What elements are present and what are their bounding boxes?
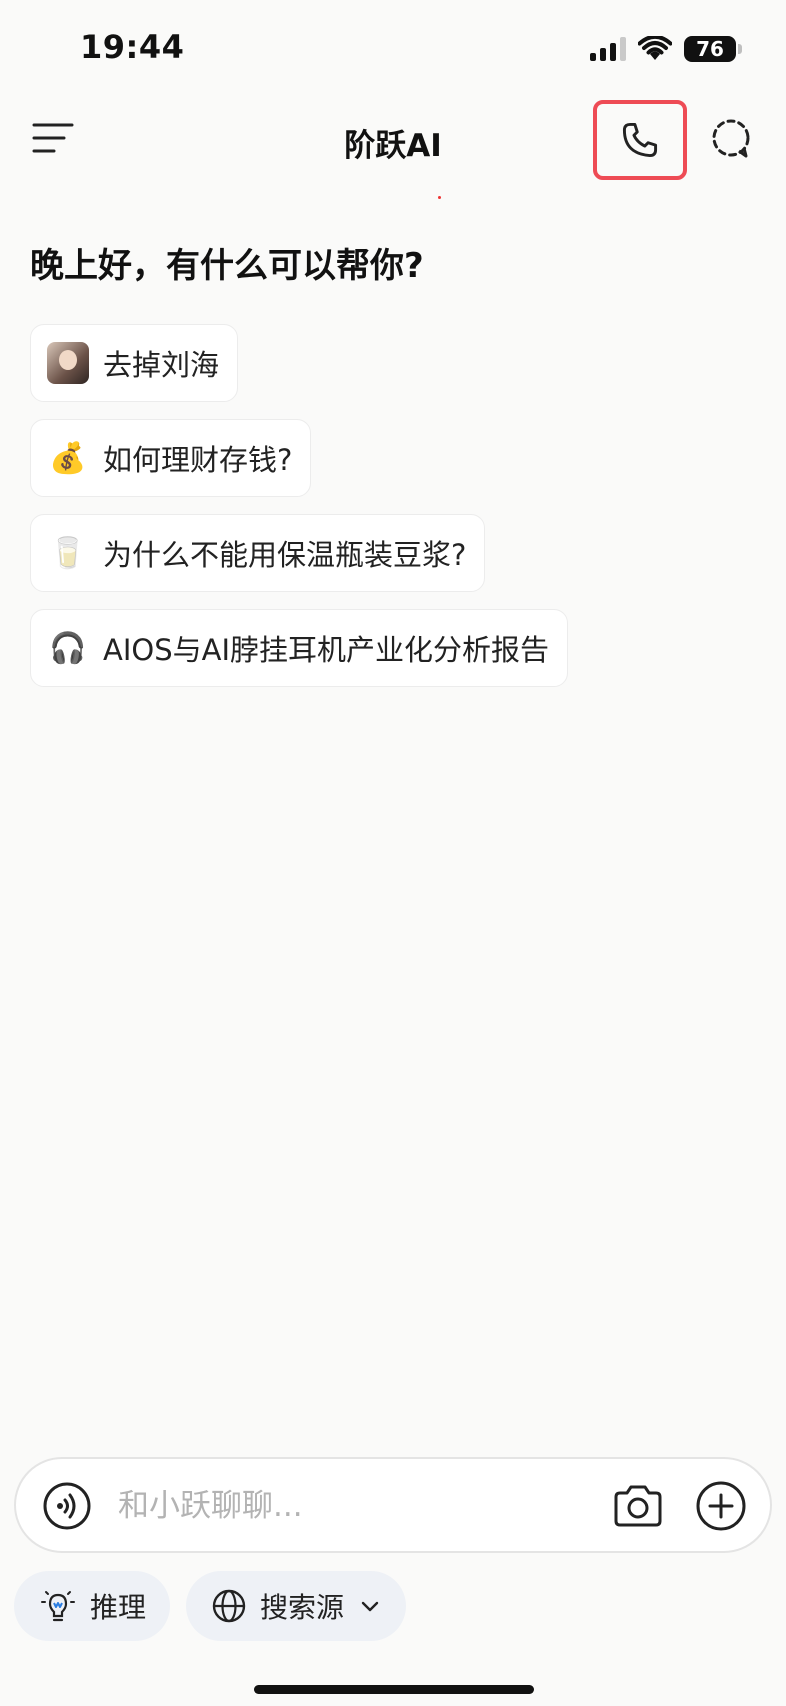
wifi-icon [638,36,672,60]
message-input[interactable] [116,1477,560,1535]
status-time: 19:44 [80,28,185,66]
indicator-dot [438,196,441,199]
headphones-icon: 🎧 [49,630,87,666]
status-bar: 19:44 76 [0,0,786,90]
suggestion-chip-remove-bangs[interactable]: 去掉刘海 [30,324,239,402]
chat-composer [14,1457,772,1553]
new-chat-icon [712,119,750,158]
chevron-down-icon [361,1601,379,1612]
suggestion-label: 为什么不能用保温瓶装豆浆? [103,538,467,572]
new-chat-button[interactable] [706,114,756,164]
suggestion-label: 去掉刘海 [103,348,220,382]
add-icon[interactable] [694,1479,748,1533]
suggestion-chip-aios-report[interactable]: 🎧 AIOS与AI脖挂耳机产业化分析报告 [30,609,569,687]
search-source-label: 搜索源 [260,1591,345,1624]
search-source-dropdown[interactable]: 搜索源 [186,1571,407,1641]
reasoning-toggle[interactable]: 推理 [14,1571,171,1641]
suggestion-list: 去掉刘海 💰 如何理财存钱? 🥛 为什么不能用保温瓶装豆浆? 🎧 AIOS与AI… [30,324,730,704]
status-indicators: 76 [590,36,742,62]
home-indicator [254,1685,534,1694]
suggestion-chip-finance[interactable]: 💰 如何理财存钱? [30,419,312,497]
camera-icon[interactable] [611,1481,665,1531]
milk-glass-icon: 🥛 [49,535,87,571]
top-nav: 阶跃AI [0,96,786,186]
lightbulb-icon [41,1591,75,1622]
voice-input-icon[interactable] [42,1481,92,1531]
battery-icon: 76 [684,36,742,62]
reasoning-label: 推理 [90,1591,147,1624]
voice-call-button[interactable] [593,100,687,180]
money-bag-icon: 💰 [49,440,87,476]
phone-icon [622,122,658,158]
suggestion-label: 如何理财存钱? [103,443,293,477]
globe-icon [212,1589,246,1623]
composer-toolbar: 推理 搜索源 [14,1571,407,1641]
avatar-thumbnail [47,342,89,384]
greeting-text: 晚上好，有什么可以帮你? [30,246,424,286]
suggestion-label: AIOS与AI脖挂耳机产业化分析报告 [103,633,550,667]
suggestion-chip-soymilk[interactable]: 🥛 为什么不能用保温瓶装豆浆? [30,514,486,592]
cellular-signal-icon [590,37,626,61]
